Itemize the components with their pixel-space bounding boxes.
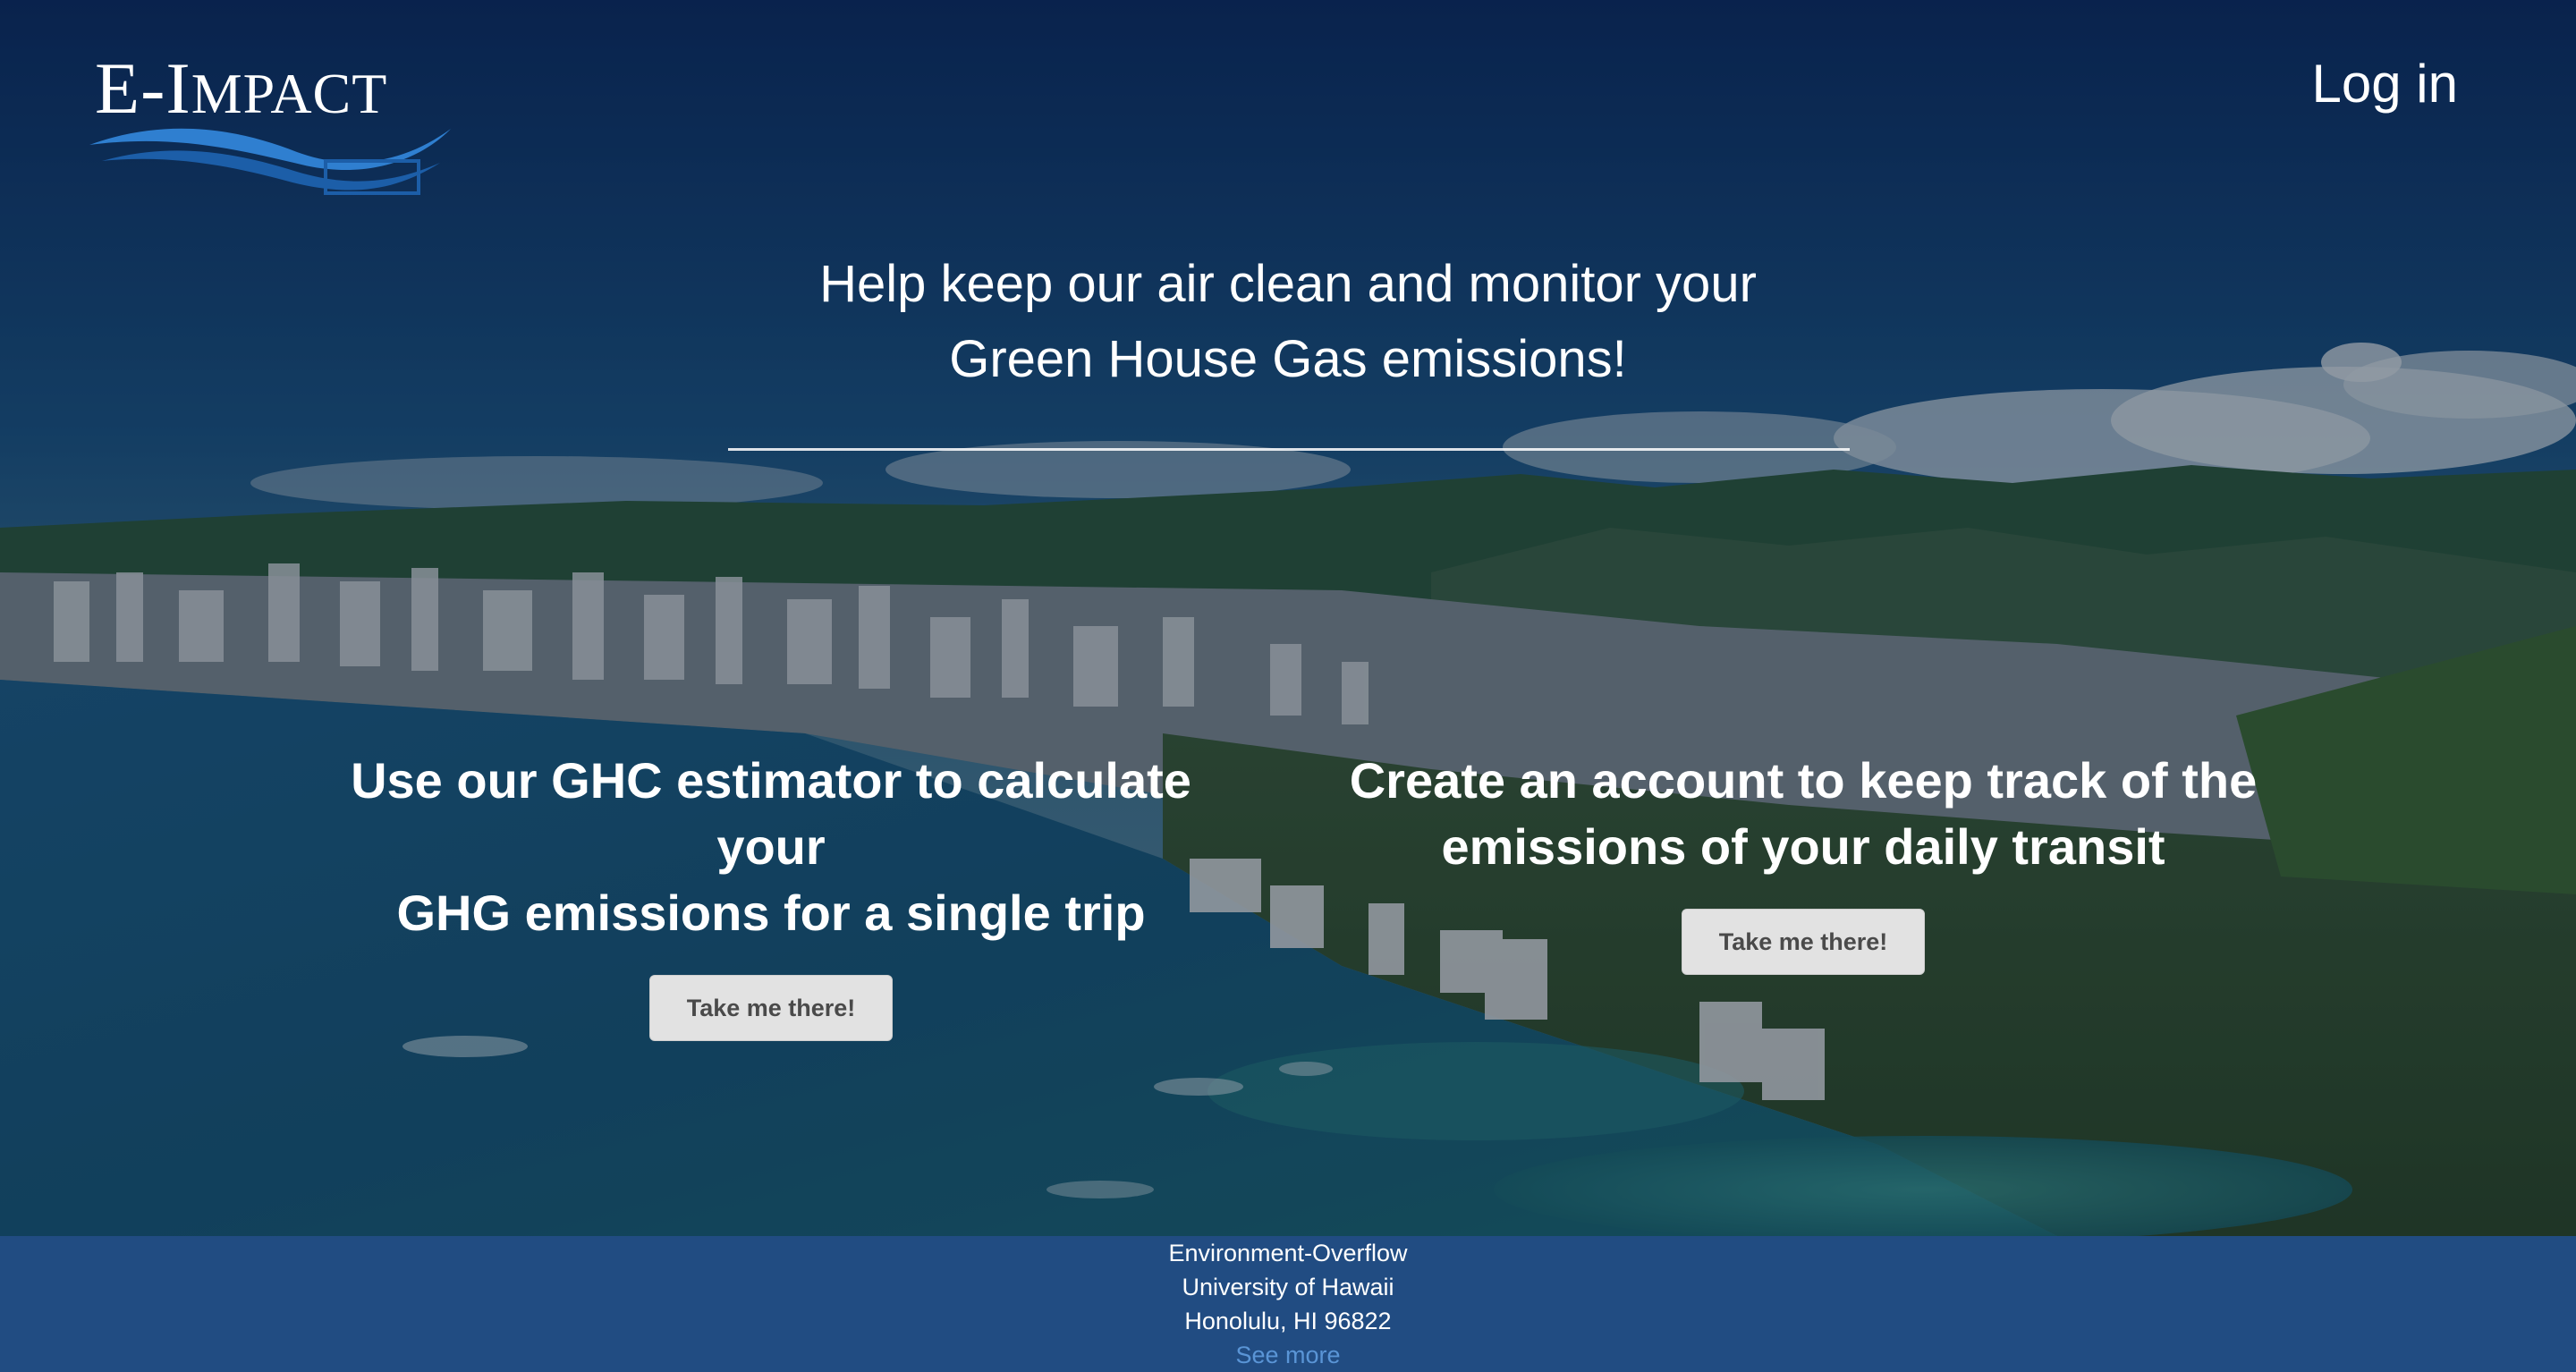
logo-wave-icon (89, 128, 451, 195)
feature-estimator-title: Use our GHC estimator to calculate your … (297, 748, 1245, 946)
feature-estimator-title-line1: Use our GHC estimator to calculate your (351, 752, 1191, 875)
footer-org-name: Environment-Overflow (1168, 1240, 1408, 1266)
feature-estimator-title-line2: GHG emissions for a single trip (396, 885, 1146, 941)
footer-university: University of Hawaii (1182, 1274, 1394, 1300)
feature-account-title: Create an account to keep track of the e… (1329, 748, 2277, 880)
landing-page: E-IMPACT Log in Help keep our air clean … (0, 0, 2576, 1372)
login-link[interactable]: Log in (2312, 57, 2458, 111)
feature-account: Create an account to keep track of the e… (1329, 748, 2277, 975)
hero-headline: Help keep our air clean and monitor your… (662, 247, 1914, 397)
feature-account-title-line2: emissions of your daily transit (1441, 818, 2165, 875)
footer-see-more-link[interactable]: See more (0, 1338, 2576, 1372)
estimator-take-me-there-button[interactable]: Take me there! (649, 975, 893, 1041)
hero-divider (728, 448, 1850, 451)
footer-address: Honolulu, HI 96822 (1184, 1308, 1392, 1334)
hero-headline-line1: Help keep our air clean and monitor your (819, 255, 1757, 313)
feature-account-title-line1: Create an account to keep track of the (1349, 752, 2258, 809)
e-impact-logo[interactable]: E-IMPACT (82, 47, 458, 199)
account-take-me-there-button[interactable]: Take me there! (1682, 909, 1925, 975)
hero-headline-line2: Green House Gas emissions! (949, 330, 1627, 388)
feature-estimator: Use our GHC estimator to calculate your … (297, 748, 1245, 1041)
footer: Environment-Overflow University of Hawai… (0, 1236, 2576, 1372)
